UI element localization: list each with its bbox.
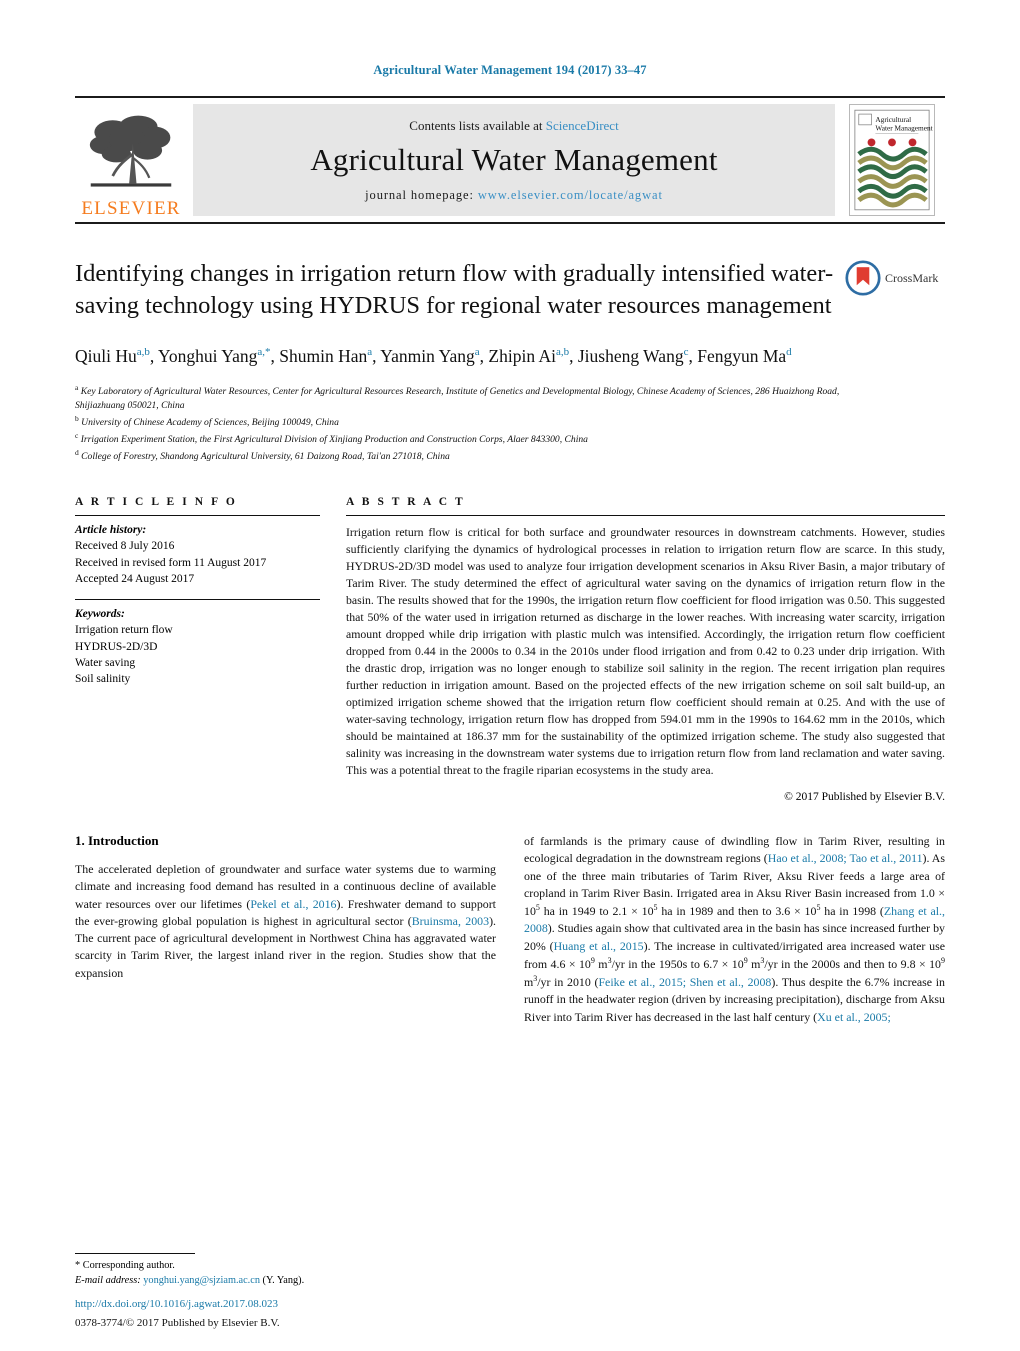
history-accepted: Accepted 24 August 2017: [75, 573, 195, 585]
footnote-rule: [75, 1253, 195, 1255]
homepage-url-link[interactable]: www.elsevier.com/locate/agwat: [478, 188, 663, 202]
journal-title: Agricultural Water Management: [310, 141, 718, 177]
journal-masthead: ELSEVIER Contents lists available at Sci…: [75, 96, 945, 224]
contents-prefix: Contents lists available at: [409, 117, 546, 133]
abstract-column: A B S T R A C T Irrigation return flow i…: [346, 496, 945, 803]
masthead-center: Contents lists available at ScienceDirec…: [193, 104, 835, 216]
email-suffix: (Y. Yang).: [259, 1275, 305, 1287]
elsevier-wordmark: ELSEVIER: [81, 198, 181, 219]
email-label: E-mail address:: [75, 1275, 141, 1287]
intro-right-text: of farmlands is the primary cause of dwi…: [524, 834, 946, 1024]
homepage-prefix: journal homepage:: [365, 187, 474, 202]
elsevier-tree-icon: [89, 115, 172, 187]
affiliation-item: a Key Laboratory of Agricultural Water R…: [75, 383, 840, 412]
body-columns: 1. Introduction The accelerated depletio…: [75, 833, 945, 1026]
doi-link[interactable]: http://dx.doi.org/10.1016/j.agwat.2017.0…: [75, 1296, 280, 1313]
author-list: Qiuli Hua,b, Yonghui Yanga,*, Shumin Han…: [75, 345, 792, 366]
title-block: Identifying changes in irrigation return…: [75, 258, 945, 322]
keywords-heading: Keywords:: [75, 608, 125, 621]
keyword-item: Soil salinity: [75, 673, 131, 686]
journal-cover-image: Agricultural Water Management: [849, 104, 935, 216]
abstract-text: Irrigation return flow is critical for b…: [346, 525, 945, 778]
corresponding-email-link[interactable]: yonghui.yang@sjziam.ac.cn: [143, 1275, 260, 1286]
keywords-rule: [75, 599, 320, 601]
abstract-rule: [346, 515, 945, 517]
crossmark-icon: [845, 260, 881, 296]
article-info-column: A R T I C L E I N F O Article history: R…: [75, 496, 320, 803]
corresponding-author-note: * Corresponding author.: [75, 1260, 175, 1272]
contents-available-line: Contents lists available at ScienceDirec…: [409, 118, 618, 134]
article-history-heading: Article history:: [75, 524, 147, 537]
body-column-right: of farmlands is the primary cause of dwi…: [524, 833, 945, 1026]
crossmark-label: CrossMark: [885, 270, 939, 285]
affiliation-item: b University of Chinese Academy of Scien…: [75, 414, 339, 429]
history-received: Received 8 July 2016: [75, 540, 175, 553]
intro-left-text: The accelerated depletion of groundwater…: [75, 862, 496, 980]
doi-block: http://dx.doi.org/10.1016/j.agwat.2017.0…: [75, 1296, 280, 1331]
keyword-item: Irrigation return flow: [75, 624, 173, 637]
keyword-item: HYDRUS-2D/3D: [75, 640, 158, 653]
article-info-label: A R T I C L E I N F O: [75, 496, 238, 509]
corresponding-author-footnote: * Corresponding author. E-mail address: …: [75, 1253, 475, 1289]
crossmark-badge[interactable]: CrossMark: [845, 260, 945, 296]
section-heading-introduction: 1. Introduction: [75, 833, 159, 849]
affiliation-item: d College of Forestry, Shandong Agricult…: [75, 448, 450, 463]
abstract-text-container: Irrigation return flow is critical for b…: [346, 524, 945, 779]
elsevier-logo: ELSEVIER: [75, 98, 187, 222]
article-page: Agricultural Water Management 194 (2017)…: [0, 0, 1020, 1351]
sciencedirect-link[interactable]: ScienceDirect: [546, 118, 619, 133]
abstract-label: A B S T R A C T: [346, 496, 466, 509]
issn-copyright-line: 0378-3774/© 2017 Published by Elsevier B…: [75, 1316, 280, 1329]
svg-text:Water Management: Water Management: [875, 124, 932, 133]
email-note: E-mail address: yonghui.yang@sjziam.ac.c…: [75, 1274, 475, 1289]
history-revised: Received in revised form 11 August 2017: [75, 556, 267, 569]
svg-text:Agricultural: Agricultural: [875, 115, 911, 124]
page-title: Identifying changes in irrigation return…: [75, 260, 834, 319]
running-head: Agricultural Water Management 194 (2017)…: [373, 63, 647, 77]
keyword-item: Water saving: [75, 656, 136, 669]
body-column-left: 1. Introduction The accelerated depletio…: [75, 833, 496, 1026]
abstract-copyright: © 2017 Published by Elsevier B.V.: [784, 791, 945, 804]
affiliation-list: a Key Laboratory of Agricultural Water R…: [75, 383, 885, 464]
info-abstract-section: A R T I C L E I N F O Article history: R…: [75, 496, 945, 803]
article-info-rule: [75, 515, 320, 517]
affiliation-item: c Irrigation Experiment Station, the Fir…: [75, 431, 588, 446]
journal-homepage-line: journal homepage: www.elsevier.com/locat…: [365, 188, 663, 203]
journal-cover-thumbnail: Agricultural Water Management: [839, 98, 945, 222]
